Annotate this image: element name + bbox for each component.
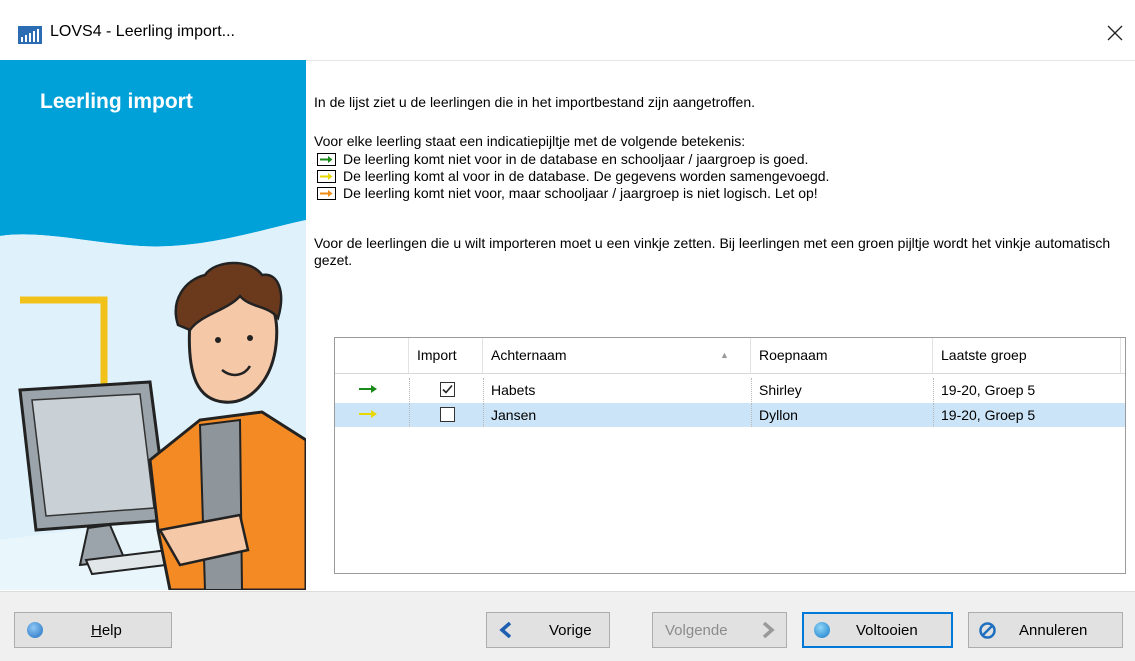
vorige-button[interactable]: Vorige [486,612,610,648]
window-title: LOVS4 - Leerling import... [50,23,235,40]
column-header-achternaam[interactable]: Achternaam ▲ [483,338,751,373]
import-checkbox[interactable] [440,382,455,397]
voltooien-label: Voltooien [856,622,918,639]
intro-line-1: In de lijst ziet u de leerlingen die in … [314,94,756,110]
yellow-arrow-icon [359,410,377,418]
intro-line-2: Voor elke leerling staat een indicatiepi… [314,133,746,149]
checkmark-icon [442,384,453,394]
legend-text: De leerling komt niet voor in de databas… [343,151,809,167]
footer-bar: Help Vorige Volgende Voltooien Annuleren [0,591,1135,661]
column-header-roepnaam[interactable]: Roepnaam [751,338,933,373]
voltooien-button[interactable]: Voltooien [802,612,953,648]
cell-roepnaam: Dyllon [759,407,798,423]
annuleren-button[interactable]: Annuleren [968,612,1123,648]
app-icon [18,26,42,44]
chevron-left-icon [499,622,512,638]
title-bar: LOVS4 - Leerling import... [0,0,1135,61]
sort-ascending-icon: ▲ [720,350,729,360]
vorige-label: Vorige [549,622,592,639]
column-header-import[interactable]: Import [409,338,483,373]
cell-divider [409,378,411,402]
green-arrow-icon [317,153,336,166]
table-row[interactable]: Jansen Dyllon 19-20, Groep 5 [335,403,1125,427]
green-arrow-icon [359,385,377,393]
help-label: Help [91,622,122,639]
side-panel: Leerling import [0,60,306,590]
finish-icon [814,622,830,638]
cell-laatste-groep: 19-20, Groep 5 [941,407,1036,423]
column-header-label: Achternaam [491,347,567,363]
cell-achternaam: Habets [491,382,536,398]
annuleren-label: Annuleren [1019,622,1088,639]
orange-arrow-icon [317,187,336,200]
chevron-right-icon [762,622,775,638]
import-checkbox[interactable] [440,407,455,422]
student-grid[interactable]: Import Achternaam ▲ Roepnaam Laatste gro… [334,337,1126,574]
help-icon [27,622,43,638]
table-row[interactable]: Habets Shirley 19-20, Groep 5 [335,378,1125,402]
column-header-laatste-groep[interactable]: Laatste groep [933,338,1121,373]
yellow-arrow-icon [317,170,336,183]
help-button[interactable]: Help [14,612,172,648]
close-icon [1107,25,1123,41]
volgende-button[interactable]: Volgende [652,612,787,648]
legend-text: De leerling komt al voor in de database.… [343,168,830,184]
side-illustration [0,60,306,590]
column-header-indicator[interactable] [335,338,409,373]
side-panel-title: Leerling import [40,90,193,113]
cell-laatste-groep: 19-20, Groep 5 [941,382,1036,398]
cell-divider [409,403,411,427]
cell-achternaam: Jansen [491,407,537,423]
intro-line-3: Voor de leerlingen die u wilt importeren… [314,235,1111,268]
cell-roepnaam: Shirley [759,382,802,398]
close-button[interactable] [1095,14,1135,52]
volgende-label: Volgende [665,622,728,639]
grid-header: Import Achternaam ▲ Roepnaam Laatste gro… [335,338,1125,374]
legend-text: De leerling komt niet voor, maar schoolj… [343,185,818,201]
cancel-icon [979,622,996,639]
